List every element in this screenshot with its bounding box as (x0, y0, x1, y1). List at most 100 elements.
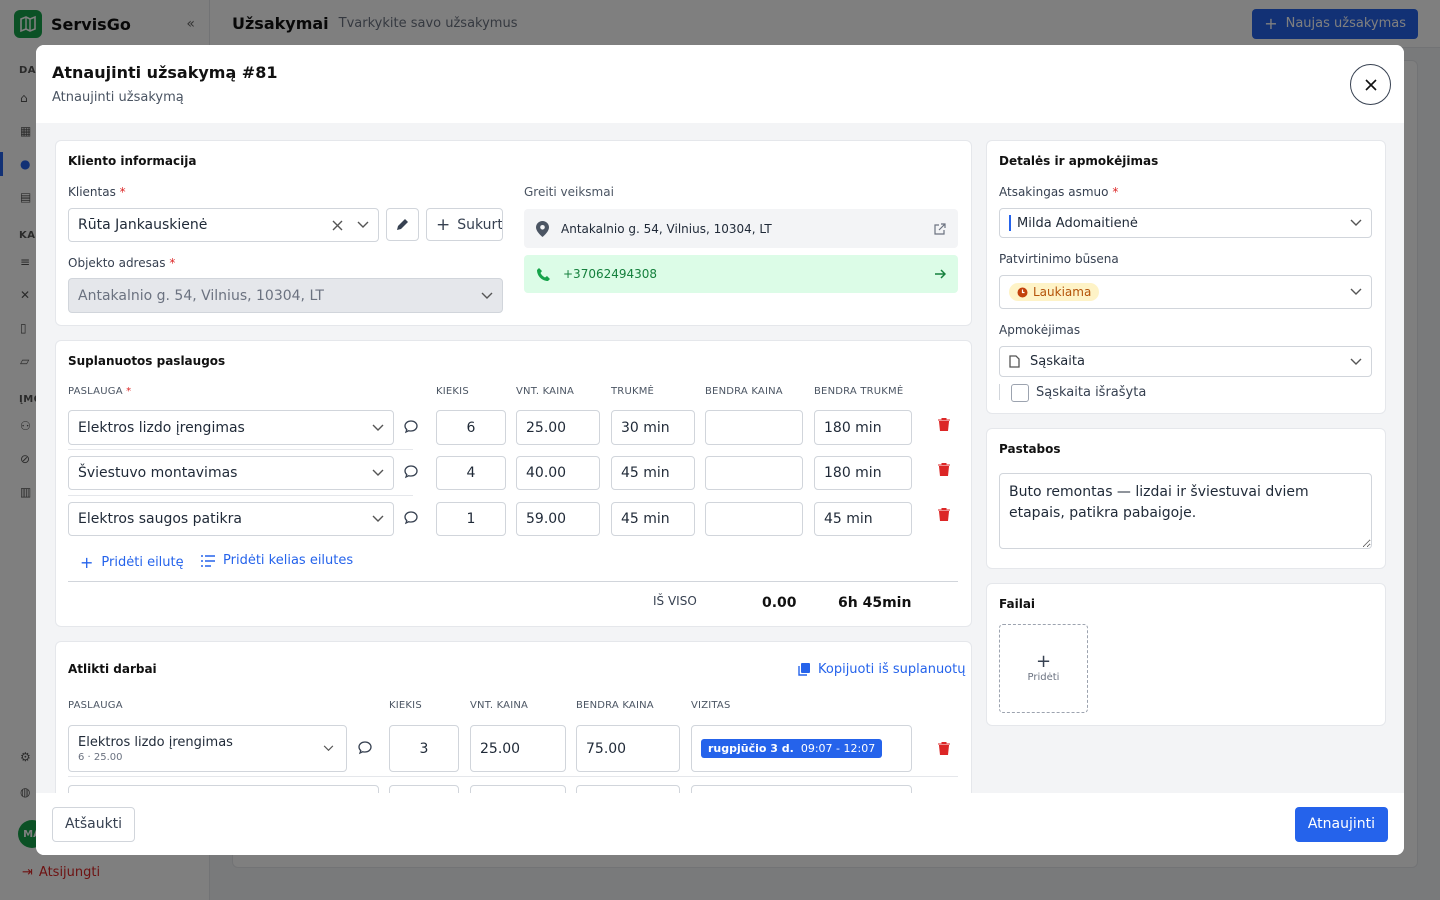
add-multiple-rows-link[interactable]: Pridėti kelias eilutes (201, 553, 353, 568)
notes-card: Pastabos Buto remontas — lizdai ir švies… (986, 428, 1386, 569)
planned-service-select[interactable]: Šviestuvo montavimas (68, 456, 394, 490)
completed-works-card: Atlikti darbai Kopijuoti iš suplanuotų P… (55, 641, 972, 793)
cancel-button[interactable]: Atšaukti (52, 806, 136, 842)
add-file-label: Pridėti (1027, 672, 1060, 683)
comment-icon[interactable] (403, 510, 419, 526)
done-header-total-price: BENDRA KAINA (576, 700, 654, 711)
file-dropzone[interactable]: + Pridėti (999, 624, 1088, 713)
chevron-down-icon (481, 292, 493, 299)
chevron-down-icon (1350, 358, 1362, 365)
quick-address-text: Antakalnio g. 54, Vilnius, 10304, LT (561, 221, 772, 236)
done-header-visit: VIZITAS (691, 700, 731, 711)
planned-total-price-input (705, 456, 803, 490)
totals-divider (68, 581, 958, 582)
planned-duration-input[interactable]: 30 min (611, 410, 695, 445)
done-service-meta: 6 · 25.00 (78, 751, 123, 763)
trash-icon[interactable] (938, 508, 950, 521)
client-label: Klientas * (68, 185, 126, 199)
clear-icon[interactable] (332, 220, 343, 231)
plus-icon: + (436, 214, 451, 235)
responsible-select[interactable]: Milda Adomaitienė (999, 208, 1372, 238)
client-select[interactable]: Rūta Jankauskienė (68, 208, 379, 242)
visit-select-2[interactable] (691, 785, 912, 793)
done-service-select-2[interactable] (68, 785, 379, 793)
comment-icon[interactable] (403, 464, 419, 480)
done-qty-input[interactable]: 3 (389, 725, 459, 772)
done-service-value: Elektros lizdo įrengimas (78, 734, 233, 750)
copy-icon (798, 663, 810, 676)
close-button[interactable] (1350, 64, 1391, 105)
status-select[interactable]: Laukiama (999, 275, 1372, 309)
planned-section-title: Suplanuotos paslaugos (68, 354, 226, 368)
add-row-label: Pridėti eilutę (101, 555, 184, 570)
planned-unit-price-input[interactable]: 40.00 (516, 456, 600, 490)
payment-label: Apmokėjimas (999, 323, 1081, 337)
edit-client-button[interactable] (386, 208, 419, 241)
done-unit-price-input[interactable]: 25.00 (470, 725, 566, 772)
done-service-select[interactable]: Elektros lizdo įrengimas 6 · 25.00 (68, 725, 347, 772)
chevron-down-icon (372, 515, 384, 522)
planned-total-duration-input: 180 min (814, 410, 912, 445)
quick-phone-action[interactable]: +37062494308 (524, 255, 958, 293)
done-qty-input-2[interactable] (389, 785, 459, 793)
responsible-color-marker (1009, 215, 1011, 231)
list-plus-icon (201, 554, 215, 567)
chevron-down-icon (1350, 288, 1362, 295)
trash-icon[interactable] (938, 418, 950, 431)
row-divider (68, 776, 958, 777)
done-unit-price-input-2[interactable] (470, 785, 566, 793)
notes-textarea[interactable]: Buto remontas — lizdai ir šviestuvai dvi… (999, 473, 1372, 549)
update-button[interactable]: Atnaujinti (1294, 806, 1388, 842)
files-card: Failai + Pridėti (986, 583, 1386, 726)
planned-service-select[interactable]: Elektros lizdo įrengimas (68, 410, 394, 445)
invoice-issued-checkbox[interactable] (1011, 384, 1029, 402)
planned-unit-price-input[interactable]: 59.00 (516, 502, 600, 536)
plus-icon: + (80, 553, 94, 572)
create-client-button[interactable]: + Sukurti (426, 208, 503, 241)
comment-icon[interactable] (357, 740, 373, 756)
planned-header-service: PASLAUGA * (68, 386, 132, 397)
planned-header-qty: KIEKIS (436, 386, 469, 397)
visit-select[interactable]: rugpjūčio 3 d. 09:07 - 12:07 (691, 725, 912, 772)
planned-total-price-input (705, 502, 803, 536)
chevron-down-icon (357, 221, 369, 228)
planned-qty-input[interactable]: 1 (436, 502, 506, 536)
done-total-price-input: 75.00 (576, 725, 680, 772)
total-duration-value: 6h 45min (838, 595, 912, 611)
copy-from-planned-link[interactable]: Kopijuoti iš suplanuotų (798, 662, 965, 677)
phone-icon (537, 267, 550, 281)
planned-qty-input[interactable]: 4 (436, 456, 506, 490)
planned-total-duration-input: 45 min (814, 502, 912, 536)
status-label: Patvirtinimo būsena (999, 252, 1119, 266)
details-section-title: Detalės ir apmokėjimas (999, 154, 1159, 168)
comment-icon[interactable] (403, 419, 419, 435)
planned-service-select[interactable]: Elektros saugos patikra (68, 502, 394, 536)
row-divider (68, 449, 413, 450)
total-price-value: 0.00 (762, 595, 797, 611)
planned-header-duration: TRUKMĖ (611, 386, 655, 397)
modal-body[interactable]: Kliento informacija Klientas * Rūta Jank… (36, 123, 1404, 793)
done-total-price-input-2 (576, 785, 680, 793)
payment-divider (999, 384, 1000, 400)
planned-total-duration-input: 180 min (814, 456, 912, 490)
modal-header: Atnaujinti užsakymą #81 Atnaujinti užsak… (36, 45, 1404, 123)
add-multiple-rows-label: Pridėti kelias eilutes (223, 553, 354, 568)
planned-qty-input[interactable]: 6 (436, 410, 506, 445)
add-row-link[interactable]: + Pridėti eilutę (80, 553, 184, 572)
planned-total-price-input (705, 410, 803, 445)
planned-duration-input[interactable]: 45 min (611, 456, 695, 490)
files-section-title: Failai (999, 597, 1036, 611)
trash-icon[interactable] (938, 463, 950, 476)
address-label: Objekto adresas * (68, 256, 176, 270)
close-icon (1364, 78, 1377, 91)
planned-unit-price-input[interactable]: 25.00 (516, 410, 600, 445)
planned-header-total-duration: BENDRA TRUKMĖ (814, 386, 904, 397)
quick-address-action[interactable]: Antakalnio g. 54, Vilnius, 10304, LT (524, 209, 958, 248)
invoice-issued-label: Sąskaita išrašyta (1036, 385, 1147, 400)
planned-duration-input[interactable]: 45 min (611, 502, 695, 536)
chevron-down-icon (323, 745, 334, 752)
planned-header-unit-price: VNT. KAINA (516, 386, 575, 397)
total-label: IŠ VISO (653, 594, 697, 608)
trash-icon[interactable] (938, 742, 950, 755)
payment-select[interactable]: Sąskaita (999, 346, 1372, 377)
